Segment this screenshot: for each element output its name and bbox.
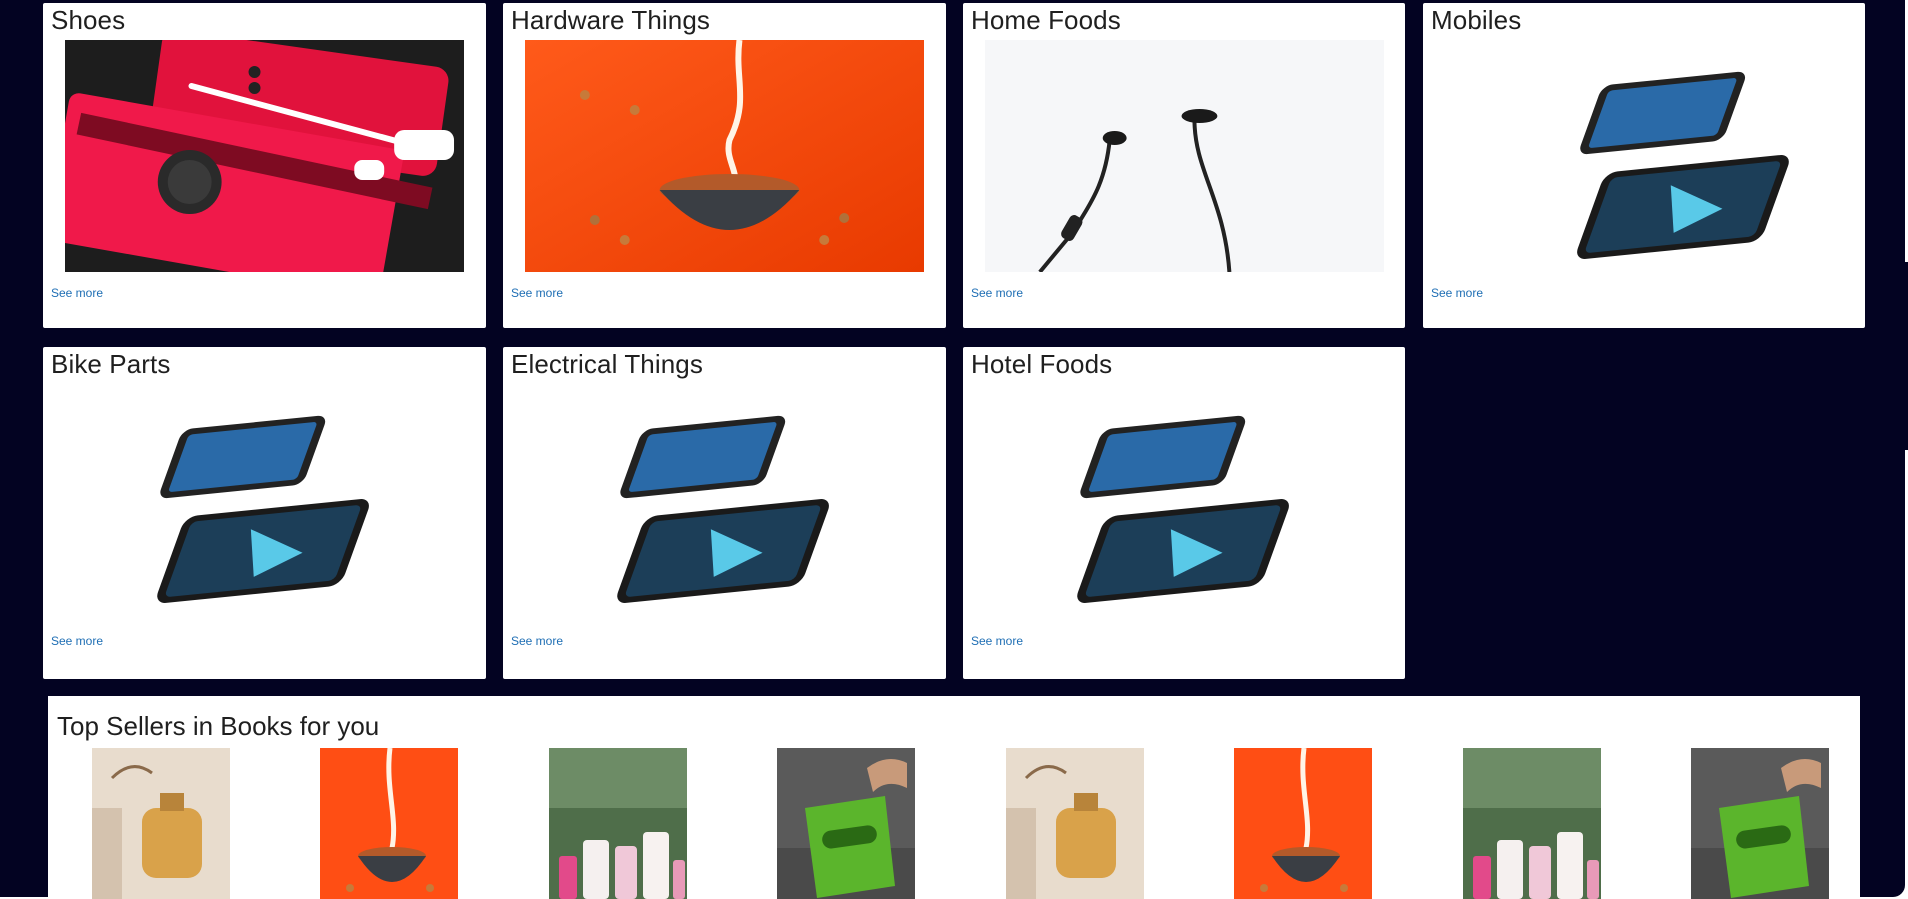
card-title: Mobiles [1431, 5, 1522, 35]
see-more-link[interactable]: See more [51, 286, 103, 300]
product-thumbnail[interactable] [92, 748, 230, 899]
category-card-electrical-things[interactable]: Electrical Things See more [503, 347, 946, 679]
see-more-link[interactable]: See more [971, 286, 1023, 300]
category-card-hotel-foods[interactable]: Hotel Foods See more [963, 347, 1405, 679]
product-image[interactable] [1445, 43, 1844, 275]
card-title: Hotel Foods [971, 349, 1113, 379]
product-thumbnail[interactable] [1463, 748, 1601, 899]
category-card-bike-parts[interactable]: Bike Parts See more [43, 347, 486, 679]
category-card-shoes[interactable]: Shoes See more [43, 3, 486, 328]
see-more-link[interactable]: See more [971, 634, 1023, 648]
top-sellers-section: Top Sellers in Books for you [48, 696, 1860, 899]
product-thumbnail[interactable] [1691, 748, 1829, 899]
category-card-home-foods[interactable]: Home Foods See more [963, 3, 1405, 328]
product-thumbnail[interactable] [777, 748, 915, 899]
product-image[interactable] [985, 387, 1384, 619]
card-title: Shoes [51, 5, 126, 35]
card-title: Hardware Things [511, 5, 711, 35]
card-title: Bike Parts [51, 349, 171, 379]
see-more-link[interactable]: See more [51, 634, 103, 648]
product-thumbnail[interactable] [1234, 748, 1372, 899]
product-image[interactable] [65, 387, 464, 619]
product-thumbnail[interactable] [549, 748, 687, 899]
see-more-link[interactable]: See more [511, 286, 563, 300]
product-image[interactable] [985, 40, 1384, 272]
section-title: Top Sellers in Books for you [57, 711, 380, 741]
category-card-hardware-things[interactable]: Hardware Things See more [503, 3, 946, 328]
card-title: Home Foods [971, 5, 1121, 35]
product-thumbnail[interactable] [1006, 748, 1144, 899]
product-image[interactable] [65, 40, 464, 272]
see-more-link[interactable]: See more [1431, 286, 1483, 300]
card-title: Electrical Things [511, 349, 703, 379]
product-image[interactable] [525, 387, 924, 619]
product-thumbnail[interactable] [320, 748, 458, 899]
product-image[interactable] [525, 40, 924, 272]
category-card-mobiles[interactable]: Mobiles See more [1423, 3, 1865, 328]
see-more-link[interactable]: See more [511, 634, 563, 648]
